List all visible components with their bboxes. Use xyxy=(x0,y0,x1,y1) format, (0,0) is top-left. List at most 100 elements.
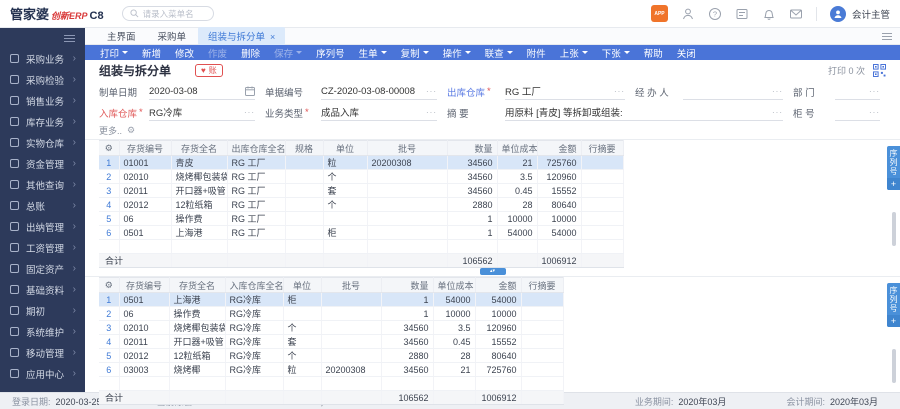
toolbar-修改-button[interactable]: 修改 xyxy=(168,46,201,60)
cell-cost[interactable]: 54000 xyxy=(433,292,476,307)
sidebar-item-app-center[interactable]: 应用中心 › xyxy=(0,363,85,384)
cell-cost[interactable]: 28 xyxy=(433,348,476,363)
cell-amount[interactable]: 120960 xyxy=(475,320,522,335)
cell-name[interactable]: 烧烤椰 xyxy=(169,362,226,377)
mobile-app-badge[interactable]: APP xyxy=(650,5,668,22)
qr-code-icon[interactable] xyxy=(873,64,886,77)
cell-code[interactable]: 02011 xyxy=(119,334,170,349)
calendar-icon[interactable] xyxy=(245,86,255,96)
cell-summary[interactable] xyxy=(581,155,624,170)
cell-cost[interactable]: 28 xyxy=(497,197,538,212)
cell-batch[interactable]: 20200308 xyxy=(321,362,382,377)
department-field[interactable]: ··· xyxy=(835,83,880,100)
sidebar-item-sales-business[interactable]: 销售业务 › xyxy=(0,90,85,111)
help-icon[interactable]: ? xyxy=(708,7,722,21)
cell-batch[interactable] xyxy=(321,306,382,321)
cell-name[interactable]: 12粒纸箱 xyxy=(171,197,228,212)
cell-batch[interactable] xyxy=(367,169,448,184)
cell-code[interactable]: 02011 xyxy=(119,183,172,198)
cell-batch[interactable]: 20200308 xyxy=(367,155,448,170)
cell-amount[interactable]: 54000 xyxy=(475,292,522,307)
toolbar-打印-button[interactable]: 打印 xyxy=(93,46,135,60)
cell-qty[interactable]: 2880 xyxy=(381,348,434,363)
sidebar-item-general-ledger[interactable]: 总账 › xyxy=(0,195,85,216)
lookup-ellipsis-icon[interactable]: ··· xyxy=(426,108,437,117)
cell-wh[interactable]: RG 工厂 xyxy=(227,183,286,198)
tab-close-icon[interactable]: × xyxy=(270,32,275,42)
tab-list-icon[interactable] xyxy=(882,31,892,42)
cell-cost[interactable]: 0.45 xyxy=(497,183,538,198)
sidebar-item-fixed-assets[interactable]: 固定资产 › xyxy=(0,258,85,279)
summary-field[interactable]: 用原料 [青皮] 等拆卸或组装: ··· xyxy=(505,104,783,121)
sidebar-item-mobile-management[interactable]: 移动管理 › xyxy=(0,342,85,363)
current-user-label[interactable]: 会计主管 xyxy=(852,7,890,21)
cell-amount[interactable]: 80640 xyxy=(475,348,522,363)
cell-qty[interactable]: 1 xyxy=(447,211,498,226)
cell-unit[interactable]: 个 xyxy=(283,348,322,363)
cell-wh[interactable]: RG冷库 xyxy=(225,292,284,307)
toolbar-帮助-button[interactable]: 帮助 xyxy=(637,46,670,60)
out-warehouse-field[interactable]: RG 工厂 ··· xyxy=(505,83,625,100)
cell-wh[interactable]: RG 工厂 xyxy=(227,169,286,184)
serial-number-side-tab[interactable]: 序列号 + xyxy=(887,146,900,190)
toolbar-序列号-button[interactable]: 序列号 xyxy=(309,46,352,60)
grid-row[interactable]: 4 02011 开口器+吸管 RG冷库套 34560 0.45 15552 xyxy=(99,334,564,349)
cell-name[interactable]: 青皮 xyxy=(171,155,228,170)
serial-number-side-tab[interactable]: 序列号 + xyxy=(887,283,900,327)
lookup-ellipsis-icon[interactable]: ··· xyxy=(772,108,783,117)
cell-code[interactable]: 02012 xyxy=(119,348,170,363)
cell-summary[interactable] xyxy=(521,362,564,377)
toolbar-关闭-button[interactable]: 关闭 xyxy=(670,46,703,60)
sidebar-item-physical-warehouse[interactable]: 实物仓库 › xyxy=(0,132,85,153)
toolbar-下张-button[interactable]: 下张 xyxy=(595,46,637,60)
tab-组装与拆分单[interactable]: 组装与拆分单 × xyxy=(198,27,286,45)
cell-wh[interactable]: RG冷库 xyxy=(225,348,284,363)
cell-cost[interactable]: 10000 xyxy=(433,306,476,321)
cell-wh[interactable]: RG 工厂 xyxy=(227,211,286,226)
cell-spec[interactable] xyxy=(285,169,324,184)
tab-采购单[interactable]: 采购单 xyxy=(148,27,197,45)
cell-code[interactable]: 0501 xyxy=(119,225,172,240)
cell-qty[interactable]: 34560 xyxy=(381,334,434,349)
out-warehouse-label[interactable]: 出库仓库 * xyxy=(447,83,505,100)
cell-summary[interactable] xyxy=(581,211,624,226)
sidebar-item-cashier-management[interactable]: 出纳管理 › xyxy=(0,216,85,237)
cell-name[interactable]: 烧烤椰包装袋 xyxy=(171,169,228,184)
cell-name[interactable]: 烧烤椰包装袋 xyxy=(169,320,226,335)
grid-row[interactable]: 6 0501 上海港 RG 工厂柜 1 54000 54000 xyxy=(99,225,624,240)
grid-row[interactable]: 2 06 操作费 RG冷库 1 10000 10000 xyxy=(99,306,564,321)
splitter-handle[interactable]: ▴▾ xyxy=(479,268,506,275)
sidebar-item-purchase-business[interactable]: 采购业务 › xyxy=(0,48,85,69)
toolbar-删除-button[interactable]: 删除 xyxy=(234,46,267,60)
cell-cost[interactable]: 21 xyxy=(497,155,538,170)
add-row-icon[interactable]: + xyxy=(887,178,900,190)
cell-summary[interactable] xyxy=(521,320,564,335)
cell-qty[interactable]: 34560 xyxy=(447,155,498,170)
sidebar-item-other-query[interactable]: 其他查询 › xyxy=(0,174,85,195)
cell-unit[interactable]: 柜 xyxy=(283,292,322,307)
cell-summary[interactable] xyxy=(521,334,564,349)
upper-grid-scrollbar[interactable] xyxy=(892,212,896,246)
toolbar-新增-button[interactable]: 新增 xyxy=(135,46,168,60)
more-fields-link[interactable]: 更多.. xyxy=(99,124,122,137)
cell-summary[interactable] xyxy=(521,306,564,321)
cell-code[interactable]: 02010 xyxy=(119,320,170,335)
cell-cost[interactable]: 54000 xyxy=(497,225,538,240)
cell-name[interactable]: 开口器+吸管 xyxy=(169,334,226,349)
memo-icon[interactable] xyxy=(735,7,749,21)
cell-amount[interactable]: 10000 xyxy=(537,211,582,226)
grid-row[interactable]: 3 02011 开口器+吸管 RG 工厂 套 34560 0.45 15552 xyxy=(99,183,624,198)
in-warehouse-field[interactable]: RG冷库 ··· xyxy=(149,104,255,121)
cell-batch[interactable] xyxy=(321,320,382,335)
cell-spec[interactable] xyxy=(285,197,324,212)
grid-row[interactable]: 5 02012 12粒纸箱 RG冷库个 2880 28 80640 xyxy=(99,348,564,363)
cell-summary[interactable] xyxy=(521,292,564,307)
toolbar-复制-button[interactable]: 复制 xyxy=(394,46,436,60)
cell-spec[interactable] xyxy=(285,211,324,226)
cell-amount[interactable]: 725760 xyxy=(475,362,522,377)
cell-unit[interactable]: 粒 xyxy=(323,155,368,170)
cell-amount[interactable]: 15552 xyxy=(475,334,522,349)
cell-unit[interactable]: 个 xyxy=(323,197,368,212)
cell-wh[interactable]: RG冷库 xyxy=(225,306,284,321)
cell-amount[interactable]: 725760 xyxy=(537,155,582,170)
